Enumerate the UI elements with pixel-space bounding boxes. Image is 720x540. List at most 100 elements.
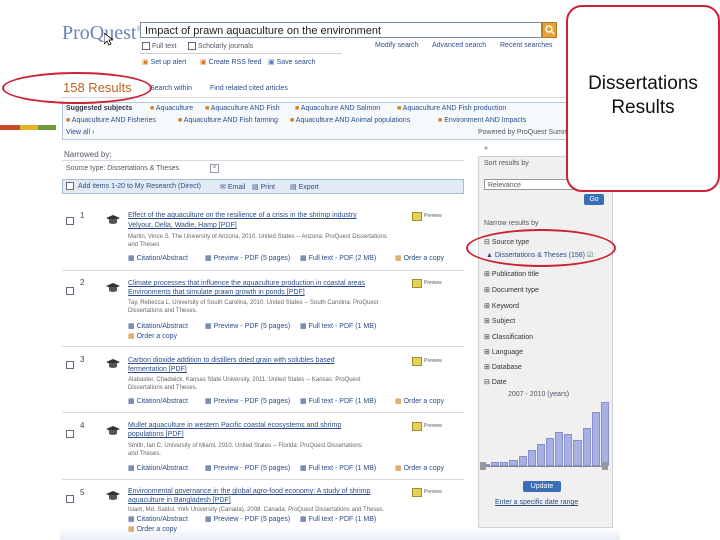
view-all-link[interactable]: View all › [66,129,94,136]
search-button[interactable] [542,22,557,38]
result-title[interactable]: Climate processes that influence the aqu… [128,280,365,287]
modify-search-link[interactable]: Modify search [375,42,419,49]
email-button[interactable]: ✉ Email [220,183,245,191]
full-text-checkbox[interactable]: Full text [142,42,177,50]
suggested-subject-link[interactable]: ■ Aquaculture AND Fish [205,105,280,112]
order-label: Order a copy [403,465,445,472]
citation-abstract-link[interactable]: ▦ Citation/Abstract [128,322,188,330]
pdf-icon: ▦ [205,398,214,405]
preview-pdf-link[interactable]: ▦ Preview - PDF (5 pages) [205,322,290,330]
citation-abstract-link[interactable]: ▦ Citation/Abstract [128,397,188,405]
suggested-subject-link[interactable]: ■ Aquaculture AND Salmon [295,105,380,112]
result-title-line2[interactable]: populations [PDF] [128,431,184,438]
range-handle-left[interactable] [480,462,486,470]
full-text-pdf-link[interactable]: ▦ Full text - PDF (1 MB) [300,322,376,330]
dissertation-icon [106,489,120,501]
preview-label: Preview [424,489,442,495]
citation-abstract-link[interactable]: ▦ Citation/Abstract [128,464,188,472]
find-cited-link[interactable]: Find related cited articles [210,85,288,92]
order-copy-link[interactable]: ▦ Order a copy [395,464,444,472]
item-checkbox[interactable] [66,490,76,508]
full-text-pdf-link[interactable]: ▦ Full text - PDF (2 MB) [300,254,376,262]
facet-publication-title[interactable]: ⊞ Publication title [484,270,539,278]
facet-keyword[interactable]: ⊞ Keyword [484,302,519,310]
add-items-link[interactable]: Add items 1-20 to My Research (Direct) [78,183,201,190]
set-up-alert-link[interactable]: ▣ Set up alert [142,58,186,66]
citation-abstract-link[interactable]: ▦ Citation/Abstract [128,515,188,523]
update-button[interactable]: Update [523,481,561,492]
result-title[interactable]: Environmental governance in the global a… [128,488,370,495]
preview-thumb-icon[interactable] [412,422,422,431]
item-checkbox[interactable] [66,356,76,374]
item-checkbox[interactable] [66,425,76,443]
facet-classification[interactable]: ⊞ Classification [484,333,533,341]
remove-filter-icon[interactable]: × [210,164,219,173]
facet-database[interactable]: ⊞ Database [484,363,522,371]
recent-searches-link[interactable]: Recent searches [500,42,553,49]
order-copy-link[interactable]: ▦ Order a copy [128,332,177,340]
citation-abstract-link[interactable]: ▦ Citation/Abstract [128,254,188,262]
scholarly-checkbox[interactable]: Scholarly journals [188,42,253,50]
expand-icon: ⊞ [484,364,492,371]
facet-label: Language [491,349,523,356]
subject-label: Aquaculture AND Fish [210,105,280,112]
preview-thumb-icon[interactable] [412,488,422,497]
suggested-subject-link[interactable]: ■ Aquaculture AND Fisheries [66,117,156,124]
sort-go-button[interactable]: Go [584,194,604,205]
suggested-subject-link[interactable]: ■ Aquaculture AND Fish farming [178,117,278,124]
print-button[interactable]: ▤ Print [252,183,275,191]
result-title-line2[interactable]: Velyour, Della, Wadie, Hamp [PDF] [128,222,237,229]
suggested-subject-link[interactable]: ■ Aquaculture AND Fish production [397,105,506,112]
proquest-logo[interactable]: ProQuest® [62,22,143,45]
facet-subject[interactable]: ⊞ Subject [484,317,515,325]
facet-document-type[interactable]: ⊞ Document type [484,286,539,294]
result-title[interactable]: Carbon dioxide addition to distillers dr… [128,357,335,364]
logo-text: ProQuest [62,22,137,44]
preview-thumb-icon[interactable] [412,357,422,366]
suggested-subjects-label: Suggested subjects [66,105,133,112]
export-button[interactable]: ▤ Export [290,183,319,191]
preview-pdf-link[interactable]: ▦ Preview - PDF (5 pages) [205,515,290,523]
citation-label: Citation/Abstract [136,398,188,405]
item-checkbox[interactable] [66,212,76,230]
order-copy-link[interactable]: ▦ Order a copy [128,525,177,533]
suggested-subject-link[interactable]: ■ Environment AND Impacts [438,117,526,124]
search-within-link[interactable]: Search within [150,85,192,92]
select-all-checkbox[interactable] [66,182,76,190]
result-meta-line2: Dissertations and Theses. [128,308,198,314]
preview-pdf-link[interactable]: ▦ Preview - PDF (5 pages) [205,397,290,405]
full-text-pdf-link[interactable]: ▦ Full text - PDF (1 MB) [300,515,376,523]
preview-thumb-icon[interactable] [412,212,422,221]
dissertation-icon [106,357,120,369]
result-title-line2[interactable]: aquaculture in Bangladesh [PDF] [128,497,231,504]
suggested-subject-link[interactable]: ■ Aquaculture AND Animal populations [290,117,410,124]
facet-label: Subject [491,318,516,325]
full-text-pdf-link[interactable]: ▦ Full text - PDF (1 MB) [300,397,376,405]
doc-icon: ▦ [128,516,137,523]
result-title-line2[interactable]: fermentation [PDF] [128,366,187,373]
collapse-sidebar-icon[interactable]: » [484,145,488,152]
preview-pdf-link[interactable]: ▦ Preview - PDF (5 pages) [205,254,290,262]
result-title[interactable]: Effect of the aquaculture on the resilie… [128,212,357,219]
range-handle-right[interactable] [602,462,608,470]
full-text-pdf-link[interactable]: ▦ Full text - PDF (1 MB) [300,464,376,472]
preview-pdf-link[interactable]: ▦ Preview - PDF (5 pages) [205,464,290,472]
rss-feed-link[interactable]: ▣ Create RSS feed [200,58,261,66]
enter-date-range-link[interactable]: Enter a specific date range [495,499,578,506]
item-checkbox[interactable] [66,282,76,300]
checkbox-icon [66,286,74,295]
suggested-subject-link[interactable]: ■ Aquaculture [150,105,193,112]
facet-label: Classification [491,334,534,341]
preview-thumb-icon[interactable] [412,279,422,288]
order-copy-link[interactable]: ▦ Order a copy [395,397,444,405]
search-input[interactable]: Impact of prawn aquaculture on the envir… [140,22,542,38]
order-copy-link[interactable]: ▦ Order a copy [395,254,444,262]
advanced-search-link[interactable]: Advanced search [432,42,486,49]
facet-date[interactable]: ⊟ Date [484,378,507,386]
facet-language[interactable]: ⊞ Language [484,348,523,356]
save-search-link[interactable]: ▣ Save search [268,58,315,66]
result-title[interactable]: Mullet aquaculture in western Pacific co… [128,422,341,429]
result-title-line2[interactable]: Environments that simulate prawn growth … [128,289,305,296]
decorative-bar [20,125,38,130]
preview-pdf-label: Preview - PDF (5 pages) [213,323,291,330]
